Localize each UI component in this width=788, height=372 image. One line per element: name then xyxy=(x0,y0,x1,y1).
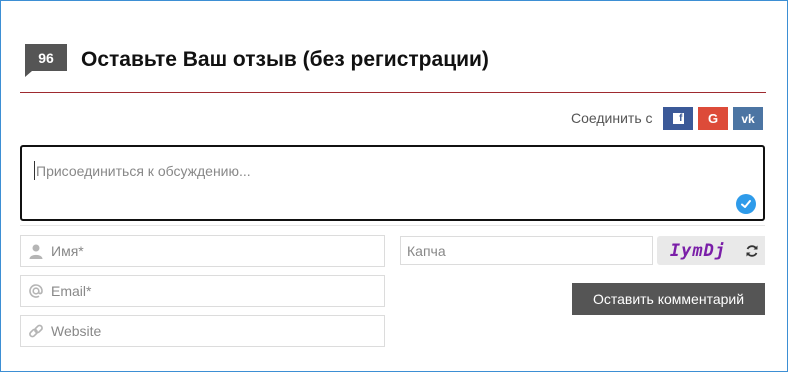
google-icon: G xyxy=(707,111,719,126)
submit-label: Оставить комментарий xyxy=(592,291,745,307)
website-field[interactable]: Website xyxy=(20,315,385,347)
check-icon xyxy=(736,194,756,214)
comment-placeholder: Присоединиться к обсуждению... xyxy=(36,163,251,179)
email-field[interactable]: Email* xyxy=(20,275,385,307)
email-placeholder: Email* xyxy=(51,283,92,299)
at-icon xyxy=(21,283,51,299)
section-title: Оставьте Ваш отзыв (без регистрации) xyxy=(81,48,489,71)
submit-comment-button[interactable]: Оставить комментарий xyxy=(572,283,765,315)
comment-count: 96 xyxy=(38,49,54,66)
website-placeholder: Website xyxy=(51,323,102,339)
divider xyxy=(20,92,766,93)
social-connect-label: Соединить с xyxy=(571,110,653,126)
user-icon xyxy=(21,243,51,259)
facebook-login-button[interactable]: f xyxy=(663,107,693,130)
comment-count-badge: 96 xyxy=(25,44,67,77)
text-cursor xyxy=(34,161,35,180)
captcha-refresh-button[interactable] xyxy=(739,236,765,265)
captcha-image: IymDj xyxy=(657,236,739,265)
name-field[interactable]: Имя* xyxy=(20,235,385,267)
comment-textarea[interactable]: Присоединиться к обсуждению... xyxy=(20,145,765,221)
facebook-icon: f xyxy=(672,113,684,124)
vk-login-button[interactable]: vk xyxy=(733,107,763,130)
comment-box-underline xyxy=(20,225,765,226)
name-placeholder: Имя* xyxy=(51,243,84,259)
captcha-placeholder: Капча xyxy=(407,242,446,259)
captcha-input[interactable]: Капча xyxy=(400,236,653,265)
vk-icon: vk xyxy=(741,111,755,126)
refresh-icon xyxy=(746,244,758,257)
captcha-code: IymDj xyxy=(669,240,727,261)
link-icon xyxy=(21,323,51,339)
google-login-button[interactable]: G xyxy=(698,107,728,130)
